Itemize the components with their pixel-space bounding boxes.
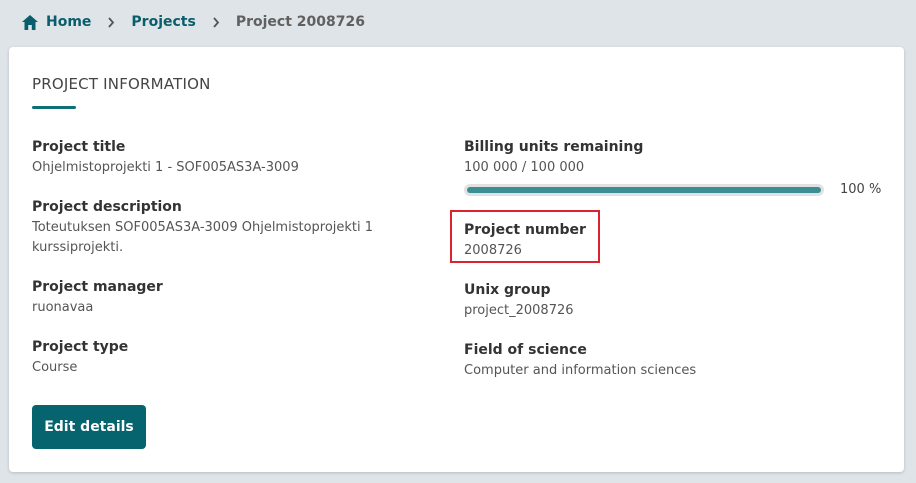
field-label: Unix group (464, 282, 551, 298)
highlight-box (450, 210, 600, 263)
field-label: Field of science (464, 342, 587, 358)
field-label: Project title (32, 139, 126, 155)
field-value: Toteutuksen SOF005AS3A-3009 Ohjelmistopr… (32, 220, 374, 255)
chevron-right-icon (107, 16, 115, 28)
progress-track (464, 183, 824, 196)
billing-progress: 100 % (464, 182, 884, 197)
breadcrumb-home[interactable]: Home (46, 14, 91, 30)
field-project-title: Project title Ohjelmistoprojekti 1 - SOF… (32, 137, 422, 197)
right-column: Billing units remaining 100 000 / 100 00… (464, 137, 884, 400)
title-underline (32, 106, 76, 109)
chevron-right-icon (212, 16, 220, 28)
field-field-of-science: Field of science Computer and informatio… (464, 340, 884, 400)
field-value: Computer and information sciences (464, 363, 697, 378)
card-title: PROJECT INFORMATION (32, 75, 211, 93)
field-label: Project type (32, 339, 129, 355)
field-value: project_2008726 (464, 303, 574, 318)
field-unix-group: Unix group project_2008726 (464, 280, 884, 340)
field-value: 100 000 / 100 000 (464, 160, 585, 175)
project-information-card: PROJECT INFORMATION Project title Ohjelm… (9, 47, 904, 472)
field-project-manager: Project manager ruonavaa (32, 277, 422, 337)
field-project-type: Project type Course (32, 337, 422, 397)
progress-percent: 100 % (840, 182, 882, 197)
edit-details-button[interactable]: Edit details (32, 405, 146, 449)
home-icon[interactable] (22, 14, 38, 30)
field-billing-units: Billing units remaining 100 000 / 100 00… (464, 137, 884, 220)
breadcrumb-current: Project 2008726 (235, 14, 365, 30)
field-label: Project description (32, 199, 182, 215)
field-value: Ohjelmistoprojekti 1 - SOF005AS3A-3009 (32, 160, 299, 175)
field-label: Billing units remaining (464, 139, 644, 155)
field-label: Project manager (32, 279, 163, 295)
breadcrumb: Home Projects Project 2008726 (22, 12, 365, 32)
left-column: Project title Ohjelmistoprojekti 1 - SOF… (32, 137, 422, 397)
progress-fill (467, 186, 821, 193)
field-project-description: Project description Toteutuksen SOF005AS… (32, 197, 422, 277)
field-value: ruonavaa (32, 300, 94, 315)
field-value: Course (32, 360, 78, 375)
breadcrumb-projects[interactable]: Projects (131, 14, 195, 30)
